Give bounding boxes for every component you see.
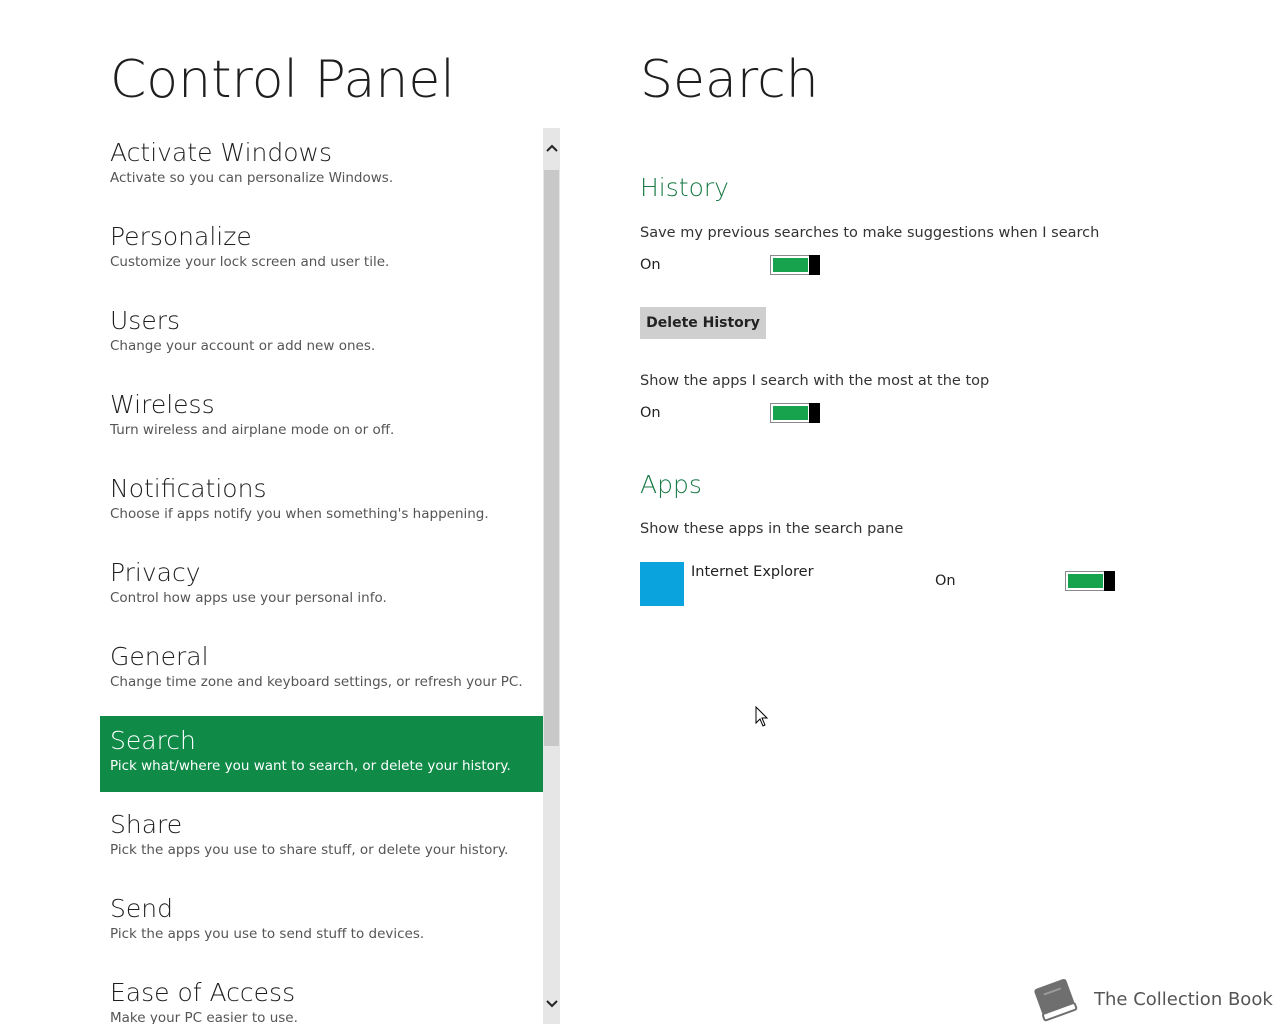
- list-item-personalize[interactable]: Personalize Customize your lock screen a…: [100, 212, 543, 288]
- save-searches-label: Save my previous searches to make sugges…: [640, 225, 1100, 241]
- list-item-title: Notifications: [110, 474, 267, 503]
- list-item-wireless[interactable]: Wireless Turn wireless and airplane mode…: [100, 380, 543, 456]
- list-item-title: Users: [110, 306, 181, 335]
- chevron-up-icon: [545, 144, 558, 152]
- toggle-knob: [809, 403, 820, 423]
- toggle-fill: [773, 406, 808, 420]
- apps-heading: Apps: [640, 470, 702, 499]
- page-title: Control Panel: [110, 50, 455, 110]
- list-item-title: Wireless: [110, 390, 215, 419]
- list-item-description: Turn wireless and airplane mode on or of…: [110, 422, 395, 438]
- list-item-title: Send: [110, 894, 173, 923]
- list-item-users[interactable]: Users Change your account or add new one…: [100, 296, 543, 372]
- show-top-apps-toggle[interactable]: [770, 403, 820, 423]
- list-item-send[interactable]: Send Pick the apps you use to send stuff…: [100, 884, 543, 960]
- show-top-apps-label: Show the apps I search with the most at …: [640, 373, 990, 389]
- internet-explorer-toggle[interactable]: [1065, 571, 1115, 591]
- watermark: The Collection Book: [1028, 975, 1273, 1023]
- list-item-title: Privacy: [110, 558, 201, 587]
- list-item-search[interactable]: Search Pick what/where you want to searc…: [100, 716, 543, 792]
- show-top-apps-state: On: [640, 405, 661, 421]
- app-name: Internet Explorer: [691, 564, 814, 580]
- app-state: On: [935, 573, 956, 589]
- apps-description: Show these apps in the search pane: [640, 521, 904, 537]
- scroll-up-button[interactable]: [543, 128, 560, 168]
- list-item-title: Share: [110, 810, 183, 839]
- list-item-notifications[interactable]: Notifications Choose if apps notify you …: [100, 464, 543, 540]
- list-item-description: Pick the apps you use to share stuff, or…: [110, 842, 509, 858]
- list-item-ease-of-access[interactable]: Ease of Access Make your PC easier to us…: [100, 968, 543, 1024]
- list-item-title: Ease of Access: [110, 978, 296, 1007]
- list-item-description: Control how apps use your personal info.: [110, 590, 387, 606]
- list-item-description: Make your PC easier to use.: [110, 1010, 298, 1024]
- save-searches-toggle[interactable]: [770, 255, 820, 275]
- list-item-title: General: [110, 642, 209, 671]
- save-searches-state: On: [640, 257, 661, 273]
- list-item-description: Choose if apps notify you when something…: [110, 506, 489, 522]
- toggle-knob: [809, 255, 820, 275]
- mouse-pointer-icon: [755, 706, 769, 727]
- list-item-title: Activate Windows: [110, 138, 332, 167]
- toggle-fill: [1068, 574, 1103, 588]
- delete-history-button[interactable]: Delete History: [640, 307, 766, 339]
- list-item-description: Change time zone and keyboard settings, …: [110, 674, 523, 690]
- watermark-text: The Collection Book: [1094, 988, 1273, 1010]
- list-item-title: Search: [110, 726, 196, 755]
- list-item-privacy[interactable]: Privacy Control how apps use your person…: [100, 548, 543, 624]
- list-item-share[interactable]: Share Pick the apps you use to share stu…: [100, 800, 543, 876]
- list-item-description: Activate so you can personalize Windows.: [110, 170, 394, 186]
- settings-page-title: Search: [640, 50, 819, 110]
- settings-category-list: Activate Windows Activate so you can per…: [100, 128, 543, 1024]
- list-item-description: Pick the apps you use to send stuff to d…: [110, 926, 425, 942]
- list-item-activate-windows[interactable]: Activate Windows Activate so you can per…: [100, 128, 543, 204]
- internet-explorer-tile-icon: [640, 562, 684, 606]
- list-item-description: Customize your lock screen and user tile…: [110, 254, 390, 270]
- list-item-title: Personalize: [110, 222, 252, 251]
- list-item-description: Pick what/where you want to search, or d…: [110, 758, 511, 774]
- list-item-general[interactable]: General Change time zone and keyboard se…: [100, 632, 543, 708]
- scroll-down-button[interactable]: [543, 984, 560, 1024]
- list-scrollbar[interactable]: [543, 128, 560, 1024]
- book-icon: [1034, 978, 1078, 1022]
- toggle-fill: [773, 258, 808, 272]
- history-heading: History: [640, 173, 729, 202]
- chevron-down-icon: [545, 1000, 558, 1008]
- toggle-knob: [1104, 571, 1115, 591]
- scroll-thumb[interactable]: [544, 170, 559, 746]
- list-item-description: Change your account or add new ones.: [110, 338, 376, 354]
